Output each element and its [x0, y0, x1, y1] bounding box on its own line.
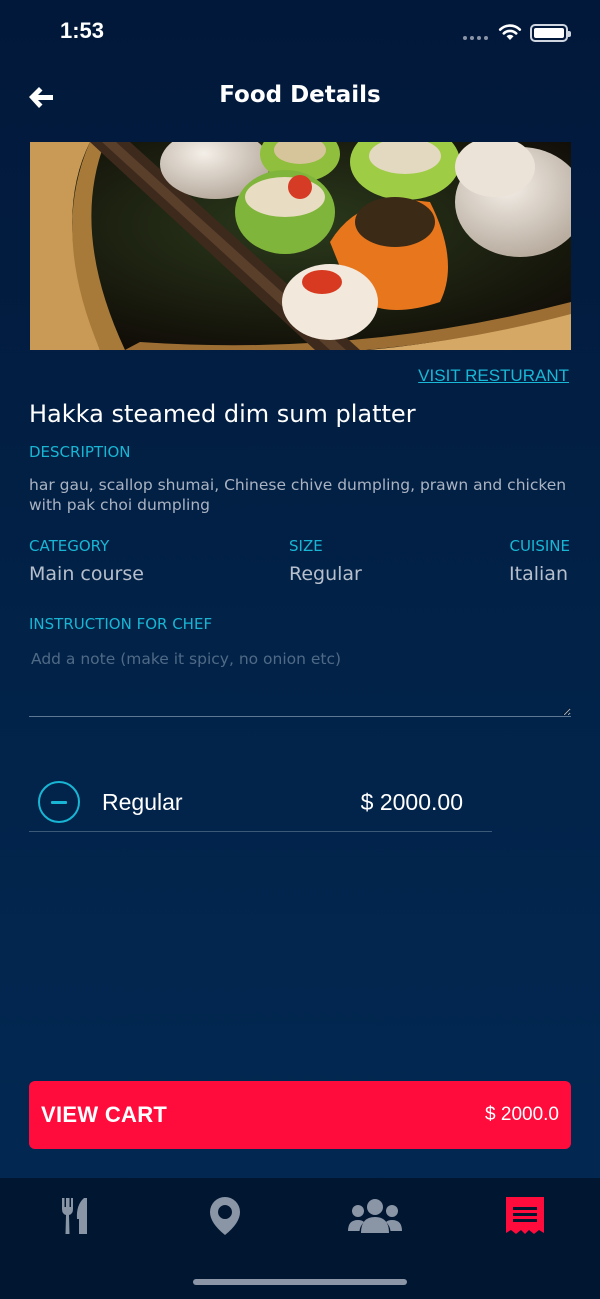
- instruction-label: INSTRUCTION FOR CHEF: [29, 615, 213, 633]
- selected-size-row: Regular $ 2000.00: [29, 772, 492, 832]
- tab-community[interactable]: [345, 1194, 405, 1238]
- receipt-icon: [506, 1197, 544, 1234]
- category-value: Main course: [29, 563, 144, 585]
- description-text: har gau, scallop shumai, Chinese chive d…: [29, 476, 567, 514]
- remove-size-button[interactable]: [38, 781, 80, 823]
- page-title: Food Details: [219, 82, 381, 108]
- category-label: CATEGORY: [29, 537, 110, 555]
- view-cart-button[interactable]: VIEW CART $ 2000.0: [29, 1081, 571, 1149]
- chef-instruction-input[interactable]: [29, 644, 571, 717]
- users-icon: [348, 1199, 402, 1233]
- tab-location[interactable]: [195, 1194, 255, 1238]
- size-label: SIZE: [289, 537, 323, 555]
- cellular-signal-icon: [463, 36, 488, 40]
- home-indicator: [193, 1279, 407, 1285]
- status-bar: 1:53: [0, 0, 600, 66]
- food-name: Hakka steamed dim sum platter: [29, 400, 416, 428]
- battery-icon: [530, 24, 571, 42]
- location-pin-icon: [210, 1197, 240, 1235]
- cuisine-label: CUISINE: [509, 537, 570, 555]
- food-image: [30, 142, 571, 350]
- header: Food Details: [0, 66, 600, 126]
- cart-total: $ 2000.0: [485, 1104, 559, 1125]
- description-label: DESCRIPTION: [29, 443, 131, 461]
- utensils-icon: [62, 1198, 87, 1234]
- visit-restaurant-link[interactable]: VISIT RESTURANT: [418, 366, 569, 386]
- status-time: 1:53: [60, 18, 105, 43]
- selected-size-price: $ 2000.00: [360, 789, 463, 815]
- size-value: Regular: [289, 563, 362, 585]
- cuisine-value: Italian: [509, 563, 568, 585]
- selected-size-name: Regular: [102, 789, 183, 815]
- tab-menu[interactable]: [45, 1194, 105, 1238]
- view-cart-label: VIEW CART: [41, 1102, 168, 1127]
- wifi-icon: [498, 24, 522, 40]
- tab-orders[interactable]: [495, 1194, 555, 1238]
